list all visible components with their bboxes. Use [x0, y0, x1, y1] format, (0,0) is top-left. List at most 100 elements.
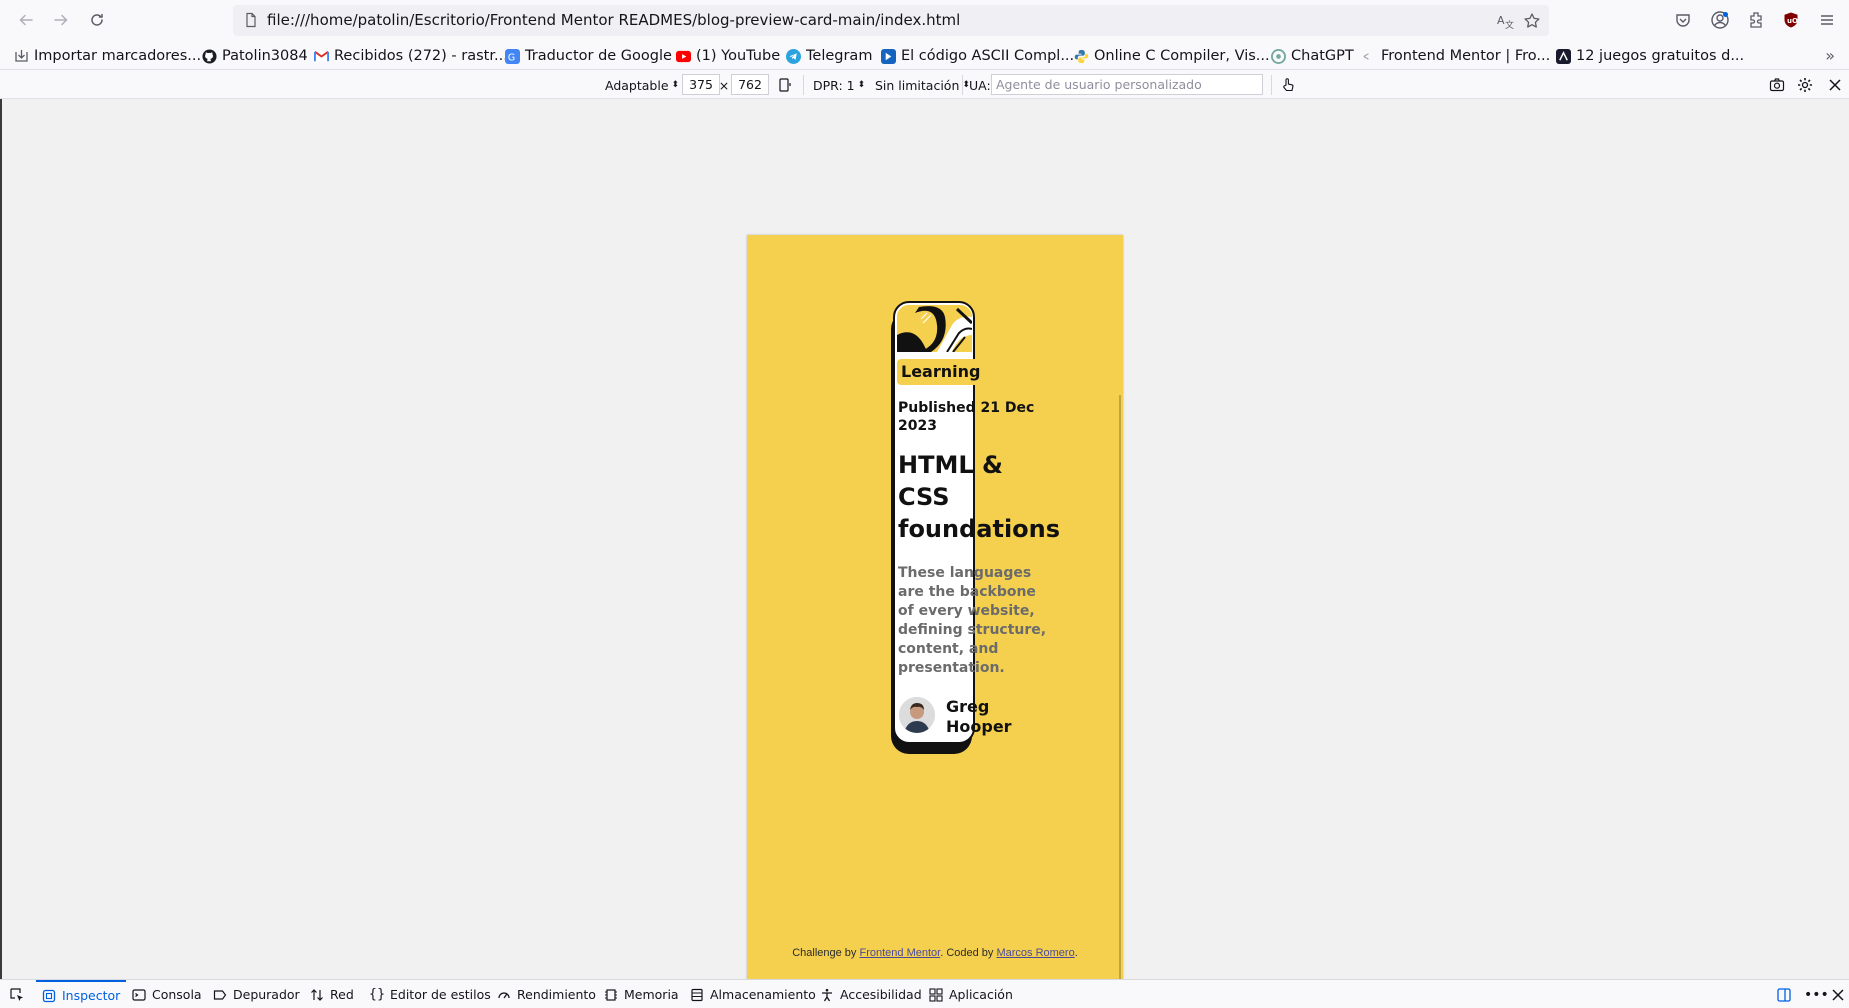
viewport-width-input[interactable]: 375 — [682, 74, 720, 95]
close-devtools-icon[interactable] — [1831, 980, 1845, 1008]
screenshot-icon[interactable] — [1767, 75, 1787, 95]
bookmark-item[interactable]: 12 juegos gratuitos d... — [1556, 45, 1744, 67]
svg-text:A: A — [1497, 14, 1505, 27]
gmail-icon — [314, 50, 329, 61]
console-icon — [132, 988, 146, 1001]
card-title[interactable]: HTML & CSS foundations — [898, 449, 1060, 545]
close-rdm-icon[interactable] — [1825, 75, 1845, 95]
more-bookmarks-chevron-icon[interactable]: » — [1825, 46, 1835, 65]
viewport-scrollbar[interactable] — [1119, 395, 1121, 995]
attribution: Challenge by Frontend Mentor. Coded by M… — [792, 947, 1078, 959]
pocket-icon[interactable] — [1671, 8, 1695, 32]
network-throttle-selector[interactable]: Sin limitación ⬍ — [875, 76, 970, 94]
updown-chevron-icon: ⬍ — [671, 80, 680, 90]
page-icon — [246, 12, 256, 28]
bookmark-item[interactable]: Telegram — [786, 45, 872, 67]
bookmark-item[interactable]: (1) YouTube — [676, 45, 780, 67]
bookmark-item[interactable]: Importar marcadores... — [14, 45, 201, 67]
tab-application[interactable]: Aplicación — [929, 980, 1013, 1008]
forward-arrow-icon — [54, 14, 68, 26]
bookmark-item[interactable]: El código ASCII Compl... — [881, 45, 1074, 67]
tab-accessibility[interactable]: Accesibilidad — [820, 980, 922, 1008]
bookmark-item[interactable]: Recibidos (272) - rastr... — [314, 45, 508, 67]
bookmarks-toolbar: Importar marcadores... Patolin3084 Recib… — [0, 41, 1849, 69]
rotate-viewport-icon[interactable] — [775, 75, 795, 95]
translate-icon: G — [505, 48, 520, 64]
devtools-more-icon[interactable]: ••• — [1804, 980, 1829, 1008]
dpr-selector[interactable]: DPR: 1 ⬍ — [813, 76, 865, 94]
user-agent-input[interactable]: Agente de usuario personalizado — [991, 74, 1263, 95]
author-avatar — [899, 697, 935, 733]
python-icon — [1074, 49, 1089, 63]
svg-text:文: 文 — [1505, 19, 1514, 30]
debugger-icon — [213, 989, 227, 1000]
card-illustration — [897, 305, 972, 352]
card-description: These languages are the backbone of ever… — [898, 565, 1047, 676]
dock-side-icon — [1777, 987, 1791, 1002]
rdm-stage: Learning Published 21 Dec 2023 HTML & CS… — [0, 99, 1849, 997]
simulated-viewport: Learning Published 21 Dec 2023 HTML & CS… — [747, 235, 1123, 997]
youtube-icon — [676, 50, 691, 62]
performance-icon — [498, 991, 510, 998]
memory-icon — [605, 988, 617, 1001]
tab-console[interactable]: Consola — [132, 980, 202, 1008]
tab-inspector[interactable]: Inspector — [36, 980, 127, 1008]
style-editor-icon: {} — [368, 987, 386, 1002]
bookmark-item[interactable]: Online C Compiler, Vis... — [1074, 45, 1270, 67]
accessibility-icon — [822, 988, 832, 1001]
frontendmentor-icon — [1363, 52, 1369, 60]
back-arrow-icon — [19, 14, 33, 26]
published-date: Published 21 Dec 2023 — [898, 400, 1035, 434]
import-icon — [15, 49, 28, 62]
element-picker-button[interactable] — [10, 980, 24, 1008]
frontend-mentor-link[interactable]: Frontend Mentor — [859, 947, 940, 959]
bookmark-star-icon[interactable] — [1522, 11, 1542, 31]
toolbar-separator — [1271, 75, 1272, 95]
tab-network[interactable]: Red — [310, 980, 354, 1008]
bookmark-item[interactable]: G Traductor de Google — [505, 45, 672, 67]
back-button[interactable] — [13, 8, 39, 32]
responsive-design-toolbar: Adaptable ⬍ 375 × 762 DPR: 1 ⬍ Sin limit… — [0, 69, 1849, 99]
account-icon[interactable] — [1708, 8, 1732, 32]
telegram-icon — [786, 48, 801, 64]
github-icon — [202, 48, 217, 64]
element-picker-icon — [10, 987, 23, 1001]
extensions-icon[interactable] — [1744, 8, 1768, 32]
inspector-icon — [42, 989, 56, 1002]
tab-storage[interactable]: Almacenamiento — [690, 980, 816, 1008]
svg-text:G: G — [508, 52, 515, 63]
url-text[interactable]: file:///home/patolin/Escritorio/Frontend… — [267, 11, 960, 29]
bookmark-item[interactable]: Patolin3084 — [202, 45, 308, 67]
settings-gear-icon[interactable] — [1795, 75, 1815, 95]
navigation-toolbar: file:///home/patolin/Escritorio/Frontend… — [0, 0, 1849, 41]
bookmark-item[interactable]: Frontend Mentor | Fro... — [1361, 45, 1550, 67]
tab-performance[interactable]: Rendimiento — [497, 980, 596, 1008]
author-name: Greg Hooper — [946, 697, 1012, 736]
forward-button[interactable] — [48, 8, 74, 32]
touch-simulation-icon[interactable] — [1278, 75, 1298, 95]
tab-debugger[interactable]: Depurador — [213, 980, 300, 1008]
category-tag: Learning — [897, 359, 985, 385]
ublock-origin-icon[interactable]: uO — [1779, 8, 1803, 32]
updown-chevron-icon: ⬍ — [857, 80, 866, 90]
translate-page-icon[interactable]: A文 — [1495, 11, 1515, 31]
tab-style-editor[interactable]: {} Editor de estilos — [368, 980, 491, 1008]
storage-icon — [691, 988, 703, 1001]
reload-button[interactable] — [84, 8, 110, 32]
chatgpt-icon — [1271, 48, 1286, 64]
svg-text:uO: uO — [1787, 17, 1798, 25]
reload-icon — [91, 13, 103, 26]
bookmark-item[interactable]: ChatGPT — [1271, 45, 1354, 67]
author-link[interactable]: Marcos Romero — [996, 947, 1074, 959]
url-bar[interactable]: file:///home/patolin/Escritorio/Frontend… — [233, 5, 1549, 36]
menu-icon[interactable] — [1815, 8, 1839, 32]
tab-memory[interactable]: Memoria — [604, 980, 679, 1008]
ascii-icon — [881, 48, 896, 64]
devtools-toolbar: Inspector Consola Depurador Red {} Edito… — [0, 979, 1849, 1008]
viewport-height-input[interactable]: 762 — [731, 74, 769, 95]
dock-side-button[interactable] — [1777, 980, 1791, 1008]
network-icon — [311, 988, 323, 1001]
device-selector[interactable]: Adaptable ⬍ — [605, 76, 679, 94]
toolbar-separator — [962, 75, 963, 95]
toolbar-separator — [803, 75, 804, 95]
